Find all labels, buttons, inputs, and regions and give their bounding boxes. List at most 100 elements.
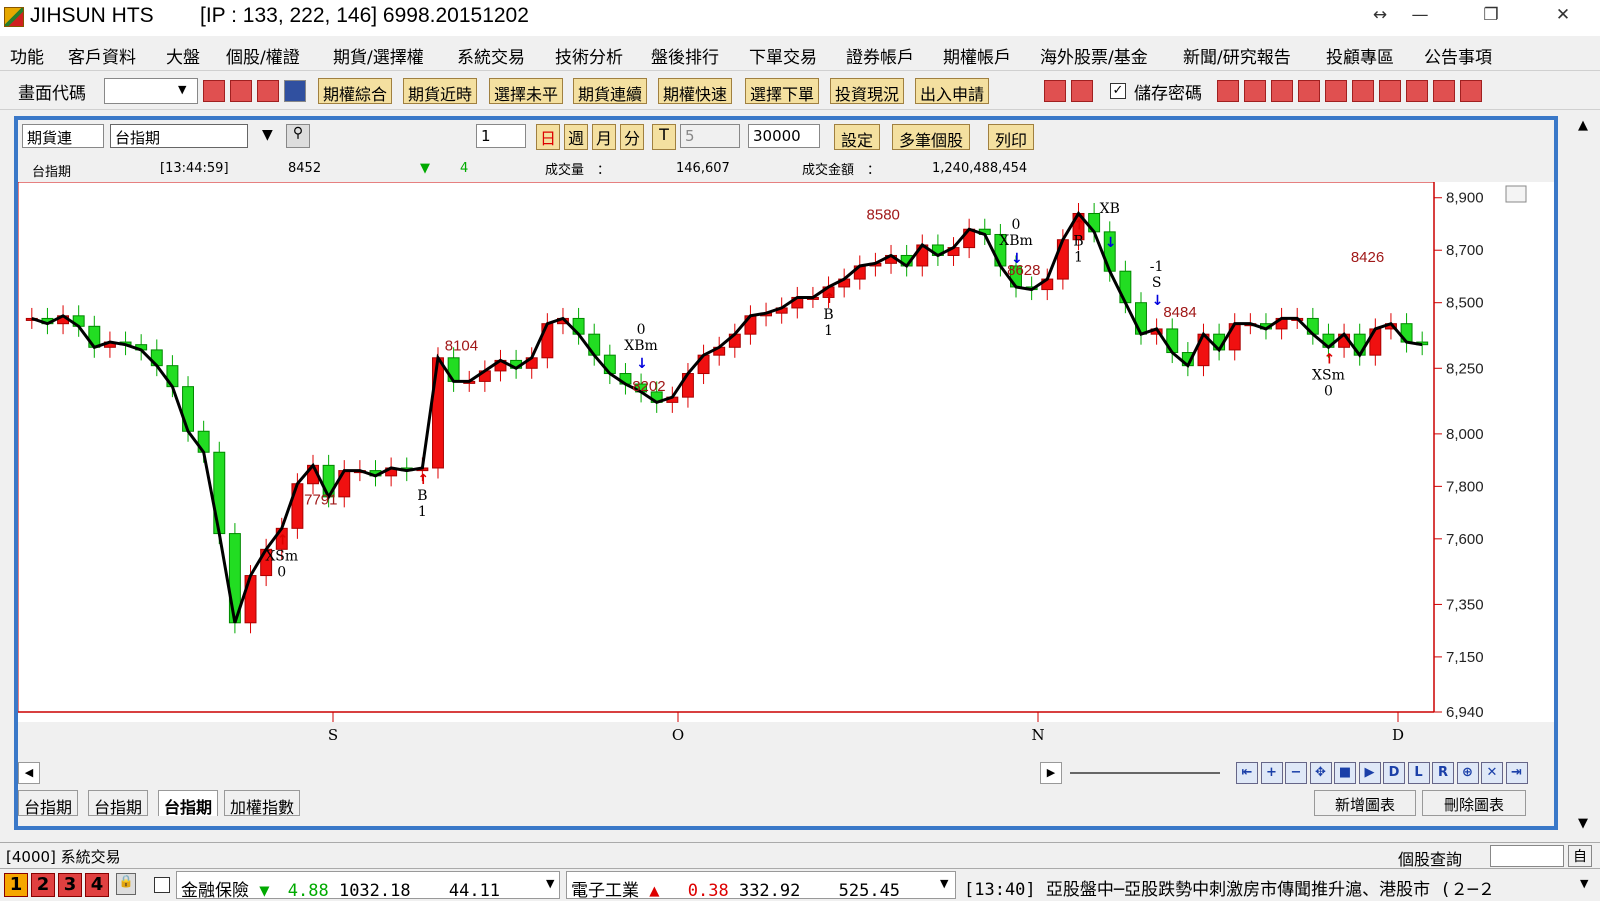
ticker-tab-3[interactable]: 4 xyxy=(85,873,109,897)
ticker-tab-1[interactable]: 2 xyxy=(31,873,55,897)
toolbar-button-1[interactable]: 期貨近時 xyxy=(403,78,478,104)
export-icon[interactable] xyxy=(1298,80,1320,102)
scroll-right-icon[interactable]: ▶ xyxy=(1040,762,1062,784)
search-icon[interactable]: ⚲ xyxy=(286,124,310,148)
menu-item-6[interactable]: 技術分析 xyxy=(555,43,623,68)
menu-item-9[interactable]: 證券帳戶 xyxy=(846,43,914,68)
print-icon[interactable] xyxy=(1433,80,1455,102)
menu-item-10[interactable]: 期權帳戶 xyxy=(943,43,1011,68)
grid-icon[interactable] xyxy=(1244,80,1266,102)
chart-nav-button-10[interactable]: ✕ xyxy=(1481,762,1503,784)
period-button-2[interactable]: 月 xyxy=(592,124,616,150)
chevron-down-icon[interactable]: ▼ xyxy=(178,83,186,96)
chevron-down-icon[interactable]: ▼ xyxy=(546,877,554,890)
ticker-checkbox[interactable] xyxy=(154,877,170,893)
chart-nav-button-4[interactable]: ■ xyxy=(1334,762,1356,784)
chart-nav-button-0[interactable]: ⇤ xyxy=(1236,762,1258,784)
sector-ticker-1[interactable]: 金融保險 ▼ 4.88 1032.18 44.11 xyxy=(176,871,560,901)
dropdown-icon[interactable] xyxy=(284,80,306,102)
stock-query-button[interactable]: 自 xyxy=(1568,845,1592,867)
chart-line-icon[interactable] xyxy=(1379,80,1401,102)
add-chart-button[interactable]: 新增圖表 xyxy=(1314,790,1416,816)
menu-item-4[interactable]: 期貨/選擇權 xyxy=(333,43,424,68)
delete-chart-button[interactable]: 刪除圖表 xyxy=(1422,790,1526,816)
lock-icon[interactable]: 🔒 xyxy=(116,873,136,895)
edit-icon[interactable] xyxy=(1352,80,1374,102)
search-red-icon[interactable] xyxy=(203,80,225,102)
menu-item-7[interactable]: 盤後排行 xyxy=(651,43,719,68)
restore-arrows-icon[interactable]: ↔ xyxy=(1365,5,1395,31)
pen-icon[interactable] xyxy=(1217,80,1239,102)
period-button-4[interactable]: T xyxy=(652,124,676,150)
zoom-slider[interactable] xyxy=(1070,772,1220,774)
menu-item-3[interactable]: 個股/權證 xyxy=(226,43,300,68)
chart-nav-button-11[interactable]: ⇥ xyxy=(1505,762,1528,784)
toolbar-button-3[interactable]: 期貨連續 xyxy=(573,78,648,104)
chart-nav-button-9[interactable]: ⊕ xyxy=(1456,762,1479,784)
period-num-input[interactable]: 5 xyxy=(680,124,740,148)
chevron-down-icon[interactable]: ▼ xyxy=(262,127,273,143)
period-button-3[interactable]: 分 xyxy=(620,124,644,150)
menu-item-12[interactable]: 新聞/研究報告 xyxy=(1183,43,1291,68)
arrow-left-icon[interactable] xyxy=(1044,80,1066,102)
price-chart[interactable]: 8,900 8,700 8,500 8,250 8,000 7,800 7,600 7,350… xyxy=(18,182,1554,744)
chart-tab-2[interactable]: 台指期 xyxy=(158,790,219,817)
chart-type-select[interactable]: 期貨連 xyxy=(22,124,104,148)
tools-icon[interactable] xyxy=(1406,80,1428,102)
menu-item-5[interactable]: 系統交易 xyxy=(457,43,525,68)
toolbar-button-0[interactable]: 期權綜合 xyxy=(318,78,393,104)
menu-item-1[interactable]: 客戶資料 xyxy=(68,43,136,68)
print-button[interactable]: 列印 xyxy=(988,124,1035,150)
count-input[interactable]: 1 xyxy=(476,124,526,148)
save-password-checkbox[interactable]: ✓ xyxy=(1110,83,1126,99)
menu-item-2[interactable]: 大盤 xyxy=(166,43,200,68)
chart-nav-button-3[interactable]: ✥ xyxy=(1309,762,1332,784)
window-icon[interactable] xyxy=(1460,80,1482,102)
menu-item-11[interactable]: 海外股票/基金 xyxy=(1040,43,1148,68)
news-ticker[interactable]: [13:40] 亞股盤中─亞股跌勢中刺激房市傳聞推升滬、港股市 (２─２ xyxy=(960,871,1576,899)
table-icon[interactable] xyxy=(1271,80,1293,102)
chart-tab-3[interactable]: 加權指數 xyxy=(224,790,301,817)
scroll-left-icon[interactable]: ◀ xyxy=(18,762,40,784)
toolbar-button-7[interactable]: 出入申請 xyxy=(915,78,990,104)
stock-query-input[interactable] xyxy=(1490,845,1564,867)
symbol-select[interactable]: 台指期 xyxy=(110,124,248,148)
folder-icon[interactable] xyxy=(230,80,252,102)
close-button[interactable]: ✕ xyxy=(1548,5,1578,31)
chart-nav-button-1[interactable]: + xyxy=(1260,762,1283,784)
chart-nav-button-2[interactable]: − xyxy=(1285,762,1307,784)
chart-nav-button-6[interactable]: D xyxy=(1383,762,1405,784)
toolbar-button-5[interactable]: 選擇下單 xyxy=(745,78,820,104)
settings-button[interactable]: 設定 xyxy=(834,124,881,150)
period-button-1[interactable]: 週 xyxy=(564,124,588,150)
maximize-button[interactable]: ❐ xyxy=(1476,5,1506,31)
ticker-tab-2[interactable]: 3 xyxy=(58,873,82,897)
minimize-button[interactable]: — xyxy=(1405,5,1435,31)
status-tab[interactable]: [4000] 系統交易 xyxy=(6,846,121,867)
arrow-right-icon[interactable] xyxy=(1071,80,1093,102)
menu-item-13[interactable]: 投顧專區 xyxy=(1326,43,1394,68)
chart-tab-1[interactable]: 台指期 xyxy=(88,790,149,817)
chart-nav-button-5[interactable]: ▶ xyxy=(1358,762,1381,784)
chart-icon[interactable] xyxy=(257,80,279,102)
sector-ticker-2[interactable]: 電子工業 ▲ 0.38 332.92 525.45 xyxy=(566,871,956,901)
chevron-down-icon[interactable]: ▼ xyxy=(940,877,948,890)
menu-item-0[interactable]: 功能 xyxy=(10,43,44,68)
ticker-tab-0[interactable]: 1 xyxy=(4,873,28,897)
chart-nav-button-8[interactable]: R xyxy=(1432,762,1454,784)
vertical-scrollbar[interactable]: ▲ ▼ xyxy=(1574,116,1596,840)
chart-tab-0[interactable]: 台指期 xyxy=(18,790,79,817)
max-count-input[interactable]: 30000 xyxy=(748,124,820,148)
scroll-down-icon[interactable]: ▼ xyxy=(1578,816,1588,831)
period-button-0[interactable]: 日 xyxy=(536,124,560,150)
chevron-down-icon[interactable]: ▼ xyxy=(1580,877,1588,890)
toolbar-button-2[interactable]: 選擇未平 xyxy=(489,78,564,104)
toolbar-button-6[interactable]: 投資現況 xyxy=(830,78,905,104)
scroll-up-icon[interactable]: ▲ xyxy=(1578,118,1588,133)
menu-item-14[interactable]: 公告事項 xyxy=(1424,43,1492,68)
multi-stock-button[interactable]: 多筆個股 xyxy=(892,124,971,150)
text-icon[interactable] xyxy=(1325,80,1347,102)
chart-nav-button-7[interactable]: L xyxy=(1407,762,1430,784)
menu-item-8[interactable]: 下單交易 xyxy=(749,43,817,68)
toolbar-button-4[interactable]: 期權快速 xyxy=(658,78,733,104)
